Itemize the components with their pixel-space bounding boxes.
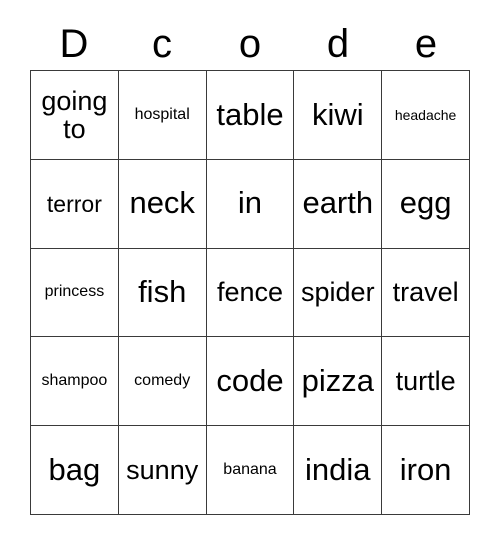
- bingo-cell-label: iron: [399, 451, 452, 487]
- bingo-cell-label: terror: [46, 190, 102, 217]
- bingo-cell-label: bag: [48, 451, 101, 487]
- header-letter-1: D: [59, 22, 89, 66]
- bingo-cell-r1c1[interactable]: going to: [31, 71, 119, 160]
- bingo-cell-label: princess: [44, 283, 105, 301]
- bingo-cell-r2c2[interactable]: neck: [118, 159, 207, 249]
- bingo-cell-r3c2[interactable]: fish: [118, 248, 207, 338]
- bingo-cell-r4c5[interactable]: turtle: [382, 337, 470, 427]
- bingo-cell-label: india: [305, 451, 371, 487]
- bingo-cell-r3c4[interactable]: spider: [294, 248, 383, 338]
- header-letter-3: o: [238, 22, 262, 66]
- bingo-cell-r5c2[interactable]: sunny: [118, 426, 207, 515]
- bingo-cell-label: fish: [138, 274, 187, 310]
- bingo-cell-r1c5[interactable]: headache: [382, 71, 470, 160]
- bingo-cell-r4c2[interactable]: comedy: [118, 337, 207, 427]
- bingo-cell-label: in: [237, 185, 263, 221]
- bingo-cell-label: hospital: [134, 105, 190, 123]
- bingo-cell-label: fence: [216, 277, 284, 308]
- bingo-cell-label: spider: [301, 277, 375, 308]
- bingo-grid: going to hospital table kiwi headache te…: [30, 70, 470, 515]
- bingo-cell-label: neck: [129, 185, 195, 221]
- bingo-cell-r5c4[interactable]: india: [294, 426, 383, 515]
- bingo-cell-r3c5[interactable]: travel: [382, 248, 470, 338]
- bingo-cell-label: egg: [399, 185, 452, 221]
- bingo-cell-r4c4[interactable]: pizza: [294, 337, 383, 427]
- bingo-cell-label: turtle: [395, 366, 456, 397]
- bingo-cell-label: code: [216, 363, 284, 399]
- header-letter-5: e: [414, 22, 438, 66]
- bingo-cell-label: banana: [223, 460, 277, 478]
- bingo-cell-r5c1[interactable]: bag: [31, 426, 119, 515]
- bingo-cell-r1c4[interactable]: kiwi: [294, 71, 383, 160]
- bingo-cell-label: comedy: [134, 371, 191, 389]
- bingo-cell-label: sunny: [126, 454, 199, 485]
- bingo-cell-label: travel: [392, 277, 459, 308]
- bingo-cell-r2c5[interactable]: egg: [382, 159, 470, 249]
- bingo-cell-r2c4[interactable]: earth: [294, 159, 383, 249]
- header-letter-4: d: [326, 22, 350, 66]
- bingo-cell-r1c3[interactable]: table: [206, 71, 295, 160]
- bingo-cell-label: earth: [302, 185, 374, 221]
- bingo-cell-r5c3[interactable]: banana: [206, 426, 295, 515]
- bingo-cell-label: shampoo: [41, 371, 108, 389]
- bingo-cell-label: pizza: [301, 363, 374, 399]
- bingo-cell-r3c3[interactable]: fence: [206, 248, 295, 338]
- bingo-cell-label: headache: [394, 106, 457, 123]
- bingo-card: D c o d e going to hospital table kiwi h…: [0, 0, 500, 544]
- bingo-cell-r2c1[interactable]: terror: [31, 159, 119, 249]
- header-letter-2: c: [152, 22, 172, 66]
- bingo-cell-r4c3[interactable]: code: [206, 337, 295, 427]
- bingo-cell-r2c3[interactable]: in: [206, 159, 295, 249]
- bingo-cell-label: kiwi: [311, 96, 364, 132]
- bingo-cell-r5c5[interactable]: iron: [382, 426, 470, 515]
- bingo-cell-r4c1[interactable]: shampoo: [31, 337, 119, 427]
- bingo-cell-label: going to: [41, 85, 108, 144]
- bingo-cell-r1c2[interactable]: hospital: [118, 71, 207, 160]
- bingo-header-row: D c o d e: [30, 18, 470, 70]
- bingo-cell-label: table: [216, 96, 284, 132]
- bingo-cell-r3c1[interactable]: princess: [31, 248, 119, 338]
